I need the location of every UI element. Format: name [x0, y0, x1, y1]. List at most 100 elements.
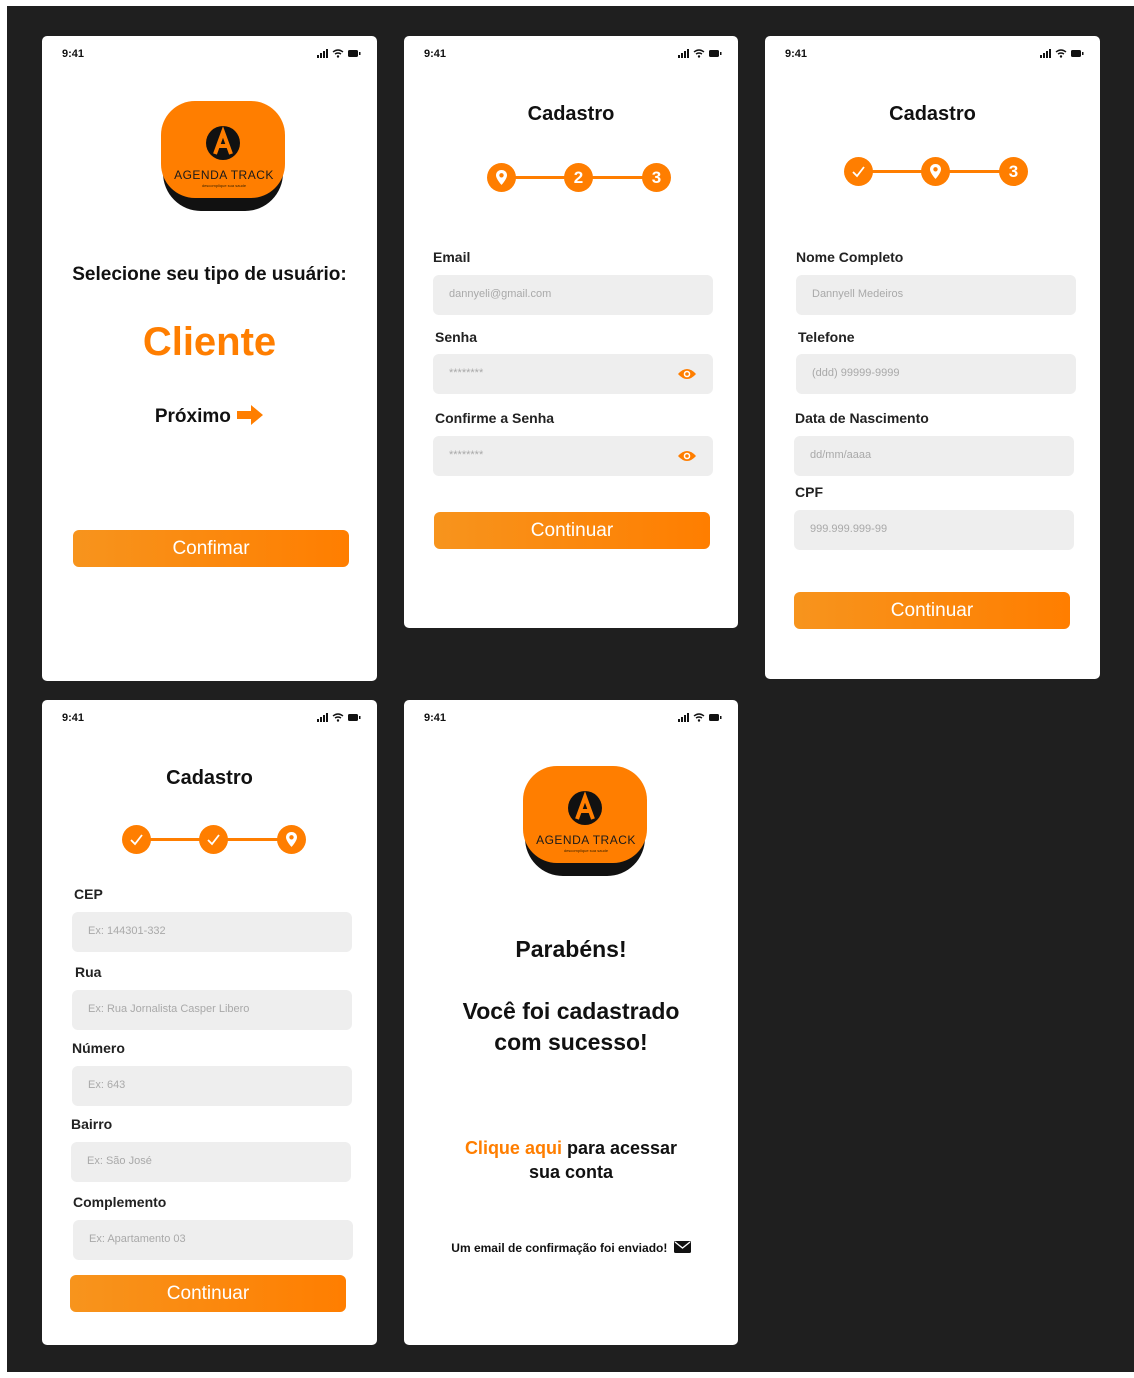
status-time: 9:41 — [424, 712, 447, 724]
mail-icon — [673, 1241, 691, 1253]
birth-date-field[interactable]: dd/mm/aaaa — [794, 436, 1074, 476]
location-pin-icon — [496, 170, 507, 185]
name-label: Nome Completo — [796, 249, 904, 265]
logo-a-icon — [206, 126, 240, 160]
complement-field[interactable]: Ex: Apartamento 03 — [73, 1220, 353, 1260]
number-label: Número — [72, 1040, 125, 1056]
status-time: 9:41 — [62, 48, 85, 60]
screen-success: 9:41 AGENDA TRACK descomplique sua saude… — [404, 700, 738, 1345]
confirm-password-field[interactable]: ******** — [433, 436, 713, 476]
status-time: 9:41 — [785, 48, 808, 60]
continue-button[interactable]: Continuar — [434, 512, 710, 549]
access-line-2: sua conta — [528, 1162, 614, 1182]
step-1-current — [487, 163, 516, 192]
cep-label: CEP — [74, 886, 103, 902]
progress-stepper: 2 3 — [487, 163, 671, 193]
eye-icon[interactable] — [677, 448, 697, 464]
access-account-text: Clique aqui para acessar sua conta — [404, 1136, 738, 1184]
password-label: Senha — [435, 329, 478, 345]
status-bar: 9:41 — [785, 48, 1084, 62]
birth-date-label: Data de Nascimento — [795, 410, 929, 426]
user-type-heading: Selecione seu tipo de usuário: — [72, 264, 347, 285]
screen-register-step2: 9:41 Cadastro 3 Nome Completo Dannyell M… — [765, 36, 1100, 679]
name-placeholder: Dannyell Medeiros — [812, 288, 904, 300]
check-icon — [130, 834, 143, 846]
check-icon — [207, 834, 220, 846]
screen-user-type: 9:41 AGENDA TRACK descomplique sua saude… — [42, 36, 377, 681]
password-field[interactable]: ******** — [433, 354, 713, 394]
check-icon — [852, 166, 865, 178]
confirm-password-placeholder: ******** — [449, 449, 484, 461]
step-2: 2 — [564, 163, 593, 192]
next-label: Próximo — [154, 406, 231, 427]
app-logo: AGENDA TRACK descomplique sua saude — [523, 766, 649, 876]
arrow-right-icon — [237, 405, 264, 425]
district-placeholder: Ex: São José — [87, 1155, 152, 1167]
step-1-done — [844, 157, 873, 186]
continue-button[interactable]: Continuar — [70, 1275, 346, 1312]
street-placeholder: Ex: Rua Jornalista Casper Libero — [88, 1003, 250, 1015]
step-2-done — [199, 825, 228, 854]
birth-date-placeholder: dd/mm/aaaa — [810, 449, 872, 461]
location-pin-icon — [930, 164, 941, 179]
progress-stepper: 3 — [844, 157, 1028, 187]
status-time: 9:41 — [424, 48, 447, 60]
cpf-field[interactable]: 999.999.999-99 — [794, 510, 1074, 550]
email-placeholder: dannyeli@gmail.com — [449, 288, 552, 300]
email-field[interactable]: dannyeli@gmail.com — [433, 275, 713, 315]
status-icons — [317, 713, 361, 722]
step-1-done — [122, 825, 151, 854]
step-3: 3 — [999, 157, 1028, 186]
phone-placeholder: (ddd) 99999-9999 — [812, 367, 900, 379]
screen-register-step3: 9:41 Cadastro CEP Ex: 144301-332 Rua Ex:… — [42, 700, 377, 1345]
step-2-current — [921, 157, 950, 186]
status-bar: 9:41 — [62, 48, 361, 62]
street-label: Rua — [75, 964, 102, 980]
name-field[interactable]: Dannyell Medeiros — [796, 275, 1076, 315]
success-message: Você foi cadastrado com sucesso! — [404, 996, 738, 1058]
success-line-1: Você foi cadastrado — [462, 998, 680, 1024]
status-icons — [678, 49, 722, 58]
step-3: 3 — [642, 163, 671, 192]
cep-placeholder: Ex: 144301-332 — [88, 925, 166, 937]
email-notice: Um email de confirmação foi enviado! — [404, 1241, 738, 1255]
cpf-label: CPF — [795, 484, 823, 500]
complement-placeholder: Ex: Apartamento 03 — [89, 1233, 186, 1245]
status-icons — [1040, 49, 1084, 58]
page-title: Cadastro — [527, 103, 615, 125]
cpf-placeholder: 999.999.999-99 — [810, 523, 888, 535]
step-3-current — [277, 825, 306, 854]
phone-field[interactable]: (ddd) 99999-9999 — [796, 354, 1076, 394]
phone-label: Telefone — [798, 329, 855, 345]
logo-a-icon — [568, 791, 602, 825]
congrats-heading: Parabéns! — [515, 936, 627, 962]
status-bar: 9:41 — [424, 712, 722, 726]
progress-stepper — [122, 825, 306, 855]
street-field[interactable]: Ex: Rua Jornalista Casper Libero — [72, 990, 352, 1030]
cep-field[interactable]: Ex: 144301-332 — [72, 912, 352, 952]
number-field[interactable]: Ex: 643 — [72, 1066, 352, 1106]
status-icons — [678, 713, 722, 722]
logo-tagline: descomplique sua saude — [563, 848, 609, 853]
complement-label: Complemento — [73, 1194, 167, 1210]
success-line-2: com sucesso! — [494, 1029, 648, 1055]
app-logo: AGENDA TRACK descomplique sua saude — [161, 101, 287, 211]
access-text: para acessar — [561, 1138, 678, 1158]
canvas: 9:41 AGENDA TRACK descomplique sua saude… — [7, 6, 1134, 1372]
status-bar: 9:41 — [62, 712, 361, 726]
confirm-button[interactable]: Confimar — [73, 530, 349, 567]
continue-button[interactable]: Continuar — [794, 592, 1070, 629]
status-bar: 9:41 — [424, 48, 722, 62]
click-here-link[interactable]: Clique aqui — [465, 1138, 562, 1158]
district-field[interactable]: Ex: São José — [71, 1142, 351, 1182]
page-title: Cadastro — [889, 103, 976, 125]
page-title: Cadastro — [166, 767, 253, 789]
eye-icon[interactable] — [677, 366, 697, 382]
next-link[interactable]: Próximo — [42, 404, 377, 428]
status-icons — [317, 49, 361, 58]
user-type-selector[interactable]: Cliente — [42, 320, 377, 365]
logo-text: AGENDA TRACK — [174, 168, 274, 182]
email-notice-text: Um email de confirmação foi enviado! — [451, 1241, 668, 1255]
password-placeholder: ******** — [449, 367, 484, 379]
location-pin-icon — [286, 832, 297, 847]
